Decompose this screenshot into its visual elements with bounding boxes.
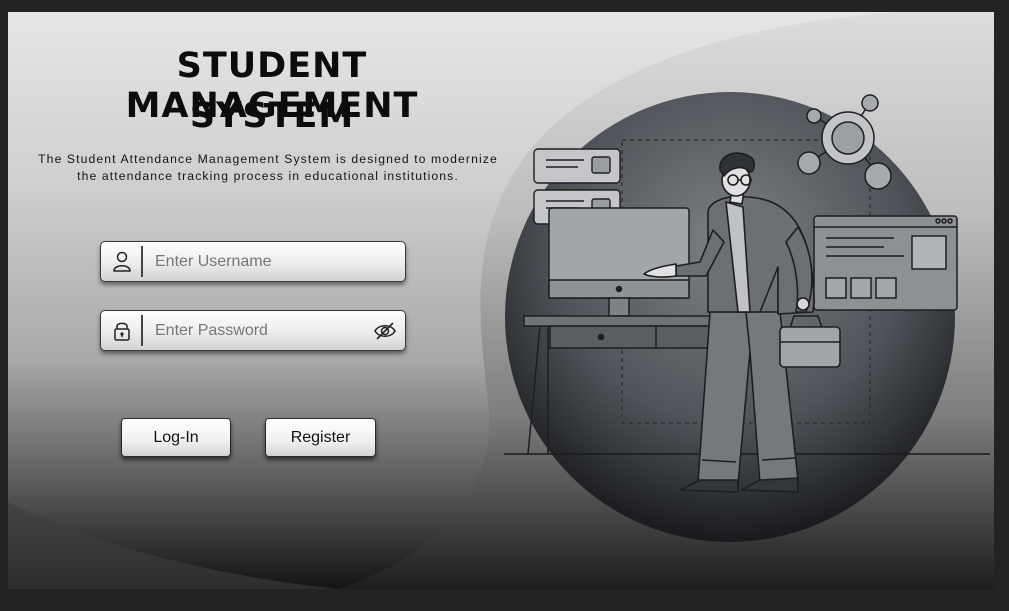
lock-icon xyxy=(114,322,130,341)
field-divider xyxy=(141,315,143,346)
username-input[interactable] xyxy=(155,246,365,277)
eye-slash-icon[interactable] xyxy=(373,321,397,341)
browser-window-icon xyxy=(813,215,958,311)
page-title-line-2: SYSTEM xyxy=(189,96,355,136)
left-bottom-blob xyxy=(8,502,338,589)
field-divider xyxy=(141,246,143,277)
app-window: STUDENT MANAGEMENT SYSTEM The Student At… xyxy=(8,12,994,589)
register-button[interactable]: Register xyxy=(265,418,376,457)
username-field[interactable] xyxy=(100,241,406,282)
password-input[interactable] xyxy=(155,315,365,346)
login-button[interactable]: Log-In xyxy=(121,418,231,457)
description-text: The Student Attendance Management System… xyxy=(38,152,498,183)
user-icon xyxy=(113,251,131,272)
password-field[interactable] xyxy=(100,310,406,351)
